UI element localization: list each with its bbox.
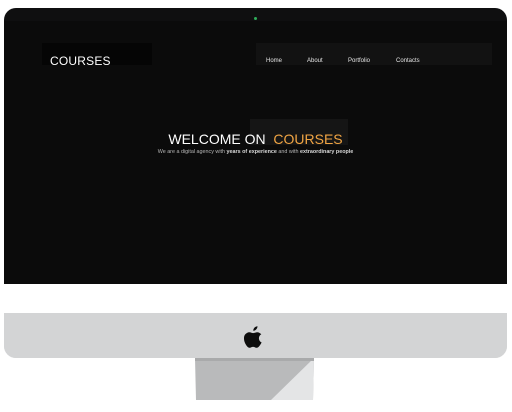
nav-item-home[interactable]: Home (266, 58, 282, 64)
hero-title-accent: COURSES (273, 131, 343, 147)
hero-subtitle-bold2: extraordinary people (299, 149, 354, 155)
hero-subtitle-bold1: years of experience (226, 149, 277, 155)
website-screen: COURSES Home About Portfolio Contacts WE… (4, 21, 507, 284)
hero-subtitle-part2: and with (276, 149, 300, 155)
nav-item-portfolio[interactable]: Portfolio (348, 58, 370, 64)
camera-icon (254, 17, 257, 20)
hero-subtitle-part1: We are a digital agency with (157, 149, 227, 155)
monitor-frame: COURSES Home About Portfolio Contacts WE… (4, 8, 507, 358)
nav-item-contacts[interactable]: Contacts (396, 58, 420, 64)
monitor-stand (195, 358, 314, 400)
monitor-chin-strip (4, 284, 507, 313)
monitor-bezel: COURSES Home About Portfolio Contacts WE… (4, 8, 507, 284)
monitor-chin (4, 313, 507, 358)
hero-title: WELCOME ON COURSES (4, 131, 507, 147)
hero-title-prefix: WELCOME ON (168, 131, 266, 147)
apple-icon (244, 326, 262, 348)
main-nav: Home About Portfolio Contacts (4, 58, 507, 70)
hero-subtitle: We are a digital agency with years of ex… (4, 149, 507, 155)
nav-item-about[interactable]: About (307, 58, 323, 64)
device-mockup: COURSES Home About Portfolio Contacts WE… (0, 0, 512, 412)
